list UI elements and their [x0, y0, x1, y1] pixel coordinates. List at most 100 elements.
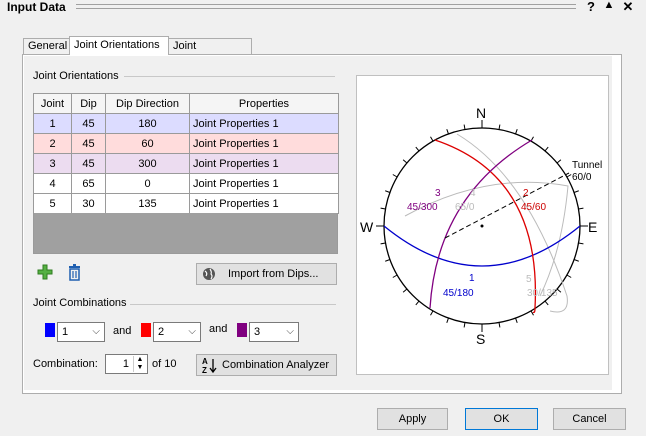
select-value: 3: [254, 326, 261, 338]
tab-joint-properties[interactable]: Joint Properties: [168, 38, 252, 67]
joint-1-number: 1: [469, 273, 475, 284]
tick-mark: [556, 288, 562, 293]
group-rule: [124, 76, 335, 77]
add-icon[interactable]: [37, 264, 53, 280]
col-dip-direction[interactable]: Dip Direction: [105, 93, 190, 114]
tick-mark: [380, 242, 386, 245]
tab-general[interactable]: General: [23, 38, 70, 54]
combination-label: Combination:: [33, 358, 98, 370]
cell-dip-direction[interactable]: 60: [105, 133, 190, 154]
close-icon[interactable]: ✕: [621, 0, 635, 15]
joint-select-3[interactable]: 3 ⌵: [249, 322, 299, 342]
cell-joint[interactable]: 1: [33, 113, 72, 134]
cell-properties[interactable]: Joint Properties 1: [189, 113, 339, 134]
title-rule: [76, 4, 576, 9]
cell-joint[interactable]: 5: [33, 193, 72, 214]
joint-select-1[interactable]: 1 ⌵: [57, 322, 105, 342]
combination-analyzer-button[interactable]: A Z Combination Analyzer: [196, 354, 337, 376]
tick-mark: [530, 310, 534, 316]
tick-mark: [578, 242, 584, 245]
cell-dip[interactable]: 30: [71, 193, 106, 214]
joint-color-swatch: [45, 323, 55, 337]
analyzer-label: Combination Analyzer: [222, 359, 330, 371]
joint-4-orient: 65/0: [455, 202, 475, 213]
south-label: S: [476, 331, 485, 347]
combination-spinner[interactable]: 1 ▲ ▼: [105, 354, 148, 374]
tick-mark: [544, 300, 549, 306]
east-label: E: [588, 219, 597, 235]
delete-icon[interactable]: [67, 264, 83, 281]
cell-dip[interactable]: 45: [71, 133, 106, 154]
joint-5-orient: 30/135: [527, 288, 558, 299]
tunnel-value: 60/0: [572, 172, 592, 183]
import-label: Import from Dips...: [228, 268, 319, 280]
table-empty-area: [33, 213, 338, 254]
col-joint[interactable]: Joint: [33, 93, 72, 114]
tick-mark: [430, 136, 434, 142]
import-from-dips-button[interactable]: Import from Dips...: [196, 263, 337, 285]
cell-dip[interactable]: 45: [71, 153, 106, 174]
tick-mark: [566, 174, 572, 178]
tick-mark: [515, 129, 518, 135]
and-label: and: [209, 323, 228, 335]
joint-2-orient: 45/60: [521, 202, 546, 213]
cell-dip-direction[interactable]: 300: [105, 153, 190, 174]
svg-text:Z: Z: [202, 366, 207, 374]
cell-joint[interactable]: 4: [33, 173, 72, 194]
tick-mark: [380, 207, 386, 210]
cell-dip-direction[interactable]: 0: [105, 173, 190, 194]
cell-joint[interactable]: 3: [33, 153, 72, 174]
cell-dip-direction[interactable]: 135: [105, 193, 190, 214]
tab-joint-orientations[interactable]: Joint Orientations: [69, 36, 169, 55]
select-value: 1: [62, 326, 69, 338]
cell-properties[interactable]: Joint Properties 1: [189, 133, 339, 154]
cell-properties[interactable]: Joint Properties 1: [189, 153, 339, 174]
joint-table[interactable]: Joint Dip Dip Direction Properties 1 45 …: [33, 93, 339, 214]
cell-properties[interactable]: Joint Properties 1: [189, 193, 339, 214]
joint-color-swatch: [141, 323, 151, 337]
table-row[interactable]: 3 45 300 Joint Properties 1: [33, 153, 339, 174]
table-row[interactable]: 1 45 180 Joint Properties 1: [33, 113, 339, 134]
col-properties[interactable]: Properties: [189, 93, 339, 114]
tick-mark: [402, 288, 408, 293]
cell-properties[interactable]: Joint Properties 1: [189, 173, 339, 194]
apply-button[interactable]: Apply: [377, 408, 448, 430]
table-row[interactable]: 5 30 135 Joint Properties 1: [33, 193, 339, 214]
joint-orientations-label: Joint Orientations: [33, 70, 119, 82]
west-label: W: [360, 219, 374, 235]
joint-4-number: 4: [470, 188, 476, 199]
window-title: Input Data: [7, 0, 66, 14]
help-icon[interactable]: ?: [584, 0, 598, 14]
center-point: [480, 224, 484, 228]
joint-select-2[interactable]: 2 ⌵: [153, 322, 201, 342]
group-rule: [130, 304, 336, 305]
cell-dip[interactable]: 45: [71, 113, 106, 134]
spinner-arrows[interactable]: ▲ ▼: [133, 356, 146, 372]
table-row[interactable]: 2 45 60 Joint Properties 1: [33, 133, 339, 154]
cancel-button[interactable]: Cancel: [553, 408, 626, 430]
globe-icon: [203, 268, 215, 280]
tick-mark: [566, 274, 572, 278]
tick-mark: [402, 159, 408, 164]
cell-joint[interactable]: 2: [33, 133, 72, 154]
svg-text:A: A: [202, 357, 208, 366]
sort-az-icon: A Z: [202, 357, 217, 374]
cell-dip-direction[interactable]: 180: [105, 113, 190, 134]
cell-dip[interactable]: 65: [71, 173, 106, 194]
joint-5-number: 5: [526, 274, 532, 285]
tick-mark: [578, 207, 584, 210]
tick-mark: [498, 322, 501, 328]
col-dip[interactable]: Dip: [71, 93, 106, 114]
tick-mark: [430, 310, 434, 316]
and-label: and: [113, 325, 132, 337]
joint-combinations-label: Joint Combinations: [33, 297, 127, 309]
joint-2-number: 2: [523, 188, 529, 199]
collapse-icon[interactable]: ▲: [602, 0, 616, 11]
tick-mark: [385, 259, 391, 262]
north-label: N: [476, 105, 486, 121]
title-bar: Input Data ? ▲ ✕: [0, 0, 646, 16]
table-row[interactable]: 4 65 0 Joint Properties 1: [33, 173, 339, 194]
tick-mark: [573, 190, 579, 193]
chevron-down-icon: ⌵: [92, 326, 100, 337]
ok-button[interactable]: OK: [465, 408, 538, 430]
